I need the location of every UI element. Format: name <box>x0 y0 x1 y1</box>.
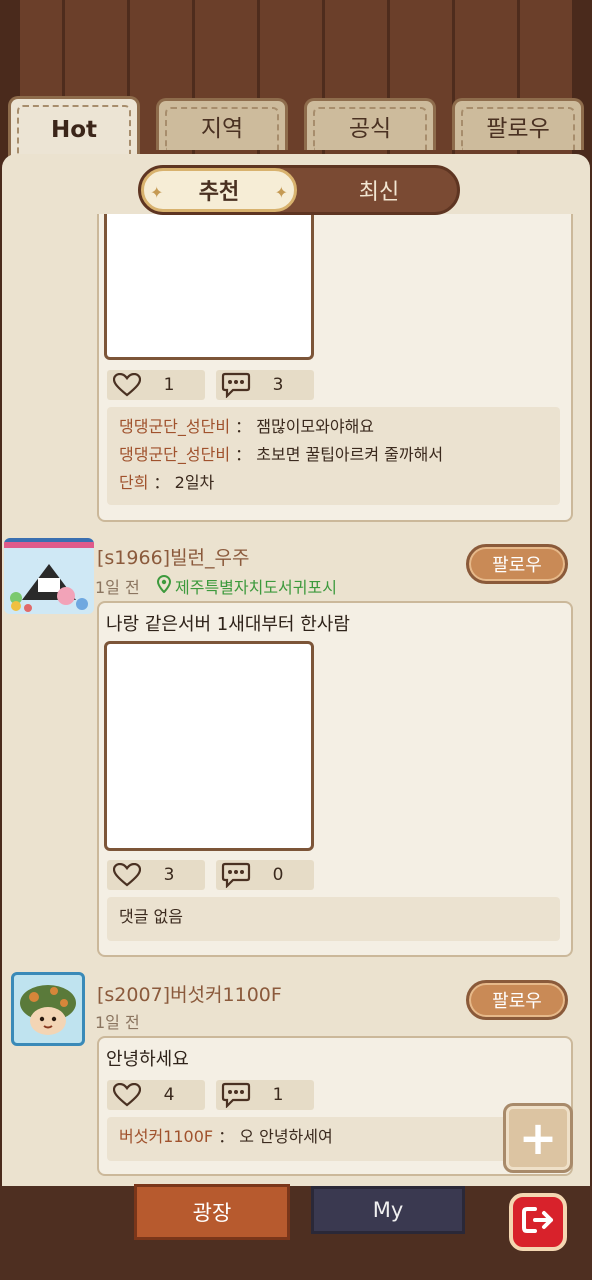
comment-count: 3 <box>272 375 284 395</box>
nav-label: My <box>372 1198 404 1222</box>
comment-list: 댕댕군단_성단비 ： 잼많이모와야해요 댕댕군단_성단비 ： 초보면 꿀팁아르켜… <box>107 407 560 505</box>
post-author[interactable]: [s2007]버섯커1100F <box>97 980 282 1007</box>
comment-bubble-icon <box>216 1082 256 1108</box>
post-image[interactable] <box>104 641 314 851</box>
comment-count: 0 <box>272 865 284 885</box>
comment-list: 댓글 없음 <box>107 897 560 941</box>
heart-icon <box>107 373 147 397</box>
comment-sep: ： <box>153 473 170 492</box>
comment-sep: ： <box>235 445 252 464</box>
comment-author[interactable]: 댕댕군단_성단비 <box>119 445 230 464</box>
comment-row: 단희 ： 2일차 <box>119 469 548 497</box>
segment-recommended[interactable]: ✦ 추천 ✦ <box>141 168 297 212</box>
post-time: 1일 전 <box>95 578 140 597</box>
nav-my-button[interactable]: My <box>311 1186 465 1234</box>
segment-latest[interactable]: 최신 <box>301 168 457 212</box>
avatar[interactable] <box>11 972 85 1046</box>
nav-label: 광장 <box>192 1201 232 1225</box>
bottom-bar <box>0 1186 592 1280</box>
comment-row: 댕댕군단_성단비 ： 초보면 꿀팁아르켜 줄까해서 <box>119 441 548 469</box>
follow-button[interactable]: 팔로우 <box>466 544 568 584</box>
comment-author[interactable]: 댕댕군단_성단비 <box>119 417 230 436</box>
comment-text: 오 안녕하세여 <box>239 1127 333 1146</box>
post-image[interactable] <box>104 214 314 360</box>
tab-label: 팔로우 <box>486 115 550 142</box>
comment-sep: ： <box>218 1127 235 1146</box>
tab-label: 지역 <box>200 115 244 142</box>
exit-icon <box>521 1205 555 1239</box>
follow-button[interactable]: 팔로우 <box>466 980 568 1020</box>
comment-row: 댕댕군단_성단비 ： 잼많이모와야해요 <box>119 413 548 441</box>
add-post-button[interactable]: + <box>503 1103 573 1173</box>
like-count: 1 <box>163 375 175 395</box>
tab-follow[interactable]: 팔로우 <box>452 98 584 150</box>
tab-label: Hot <box>50 116 98 143</box>
post-location: 제주특별자치도서귀포시 <box>175 578 337 597</box>
like-button[interactable]: 4 <box>107 1080 205 1110</box>
tab-official[interactable]: 공식 <box>304 98 436 150</box>
follow-label: 팔로우 <box>492 991 542 1012</box>
comment-sep: ： <box>235 417 252 436</box>
heart-icon <box>107 1083 147 1107</box>
nav-square-button[interactable]: 광장 <box>134 1184 290 1240</box>
comment-bubble-icon <box>216 862 256 888</box>
segment-label: 최신 <box>358 180 400 205</box>
like-count: 3 <box>163 865 175 885</box>
like-button[interactable]: 3 <box>107 860 205 890</box>
segment-label: 추천 <box>198 180 240 205</box>
comment-count: 1 <box>272 1085 284 1105</box>
sort-segment: ✦ 추천 ✦ 최신 <box>138 165 460 215</box>
comment-author[interactable]: 단희 <box>119 473 148 492</box>
exit-button[interactable] <box>509 1193 567 1251</box>
post-text: 안녕하세요 <box>106 1049 189 1070</box>
location-pin-icon <box>156 574 172 597</box>
tab-region[interactable]: 지역 <box>156 98 288 150</box>
post-author[interactable]: [s1966]빌런_우주 <box>97 543 250 570</box>
tab-hot[interactable]: Hot <box>8 96 140 160</box>
plus-icon: + <box>518 1111 558 1165</box>
comment-text: 초보면 꿀팁아르켜 줄까해서 <box>256 445 444 464</box>
sparkle-icon: ✦ <box>150 183 164 202</box>
comment-button[interactable]: 0 <box>216 860 314 890</box>
comment-list: 버섯커1100F ： 오 안녕하세여 <box>107 1117 507 1161</box>
heart-icon <box>107 863 147 887</box>
comment-text: 2일차 <box>174 473 215 492</box>
comment-bubble-icon <box>216 372 256 398</box>
sparkle-icon: ✦ <box>274 183 288 202</box>
like-button[interactable]: 1 <box>107 370 205 400</box>
follow-label: 팔로우 <box>492 555 542 576</box>
comment-author[interactable]: 버섯커1100F <box>119 1127 213 1146</box>
like-count: 4 <box>163 1085 175 1105</box>
comment-text: 잼많이모와야해요 <box>256 417 375 436</box>
post-text: 나랑 같은서버 1새대부터 한사람 <box>106 614 350 635</box>
comment-button[interactable]: 1 <box>216 1080 314 1110</box>
tab-label: 공식 <box>348 115 392 142</box>
post-time: 1일 전 <box>95 1013 140 1032</box>
comment-button[interactable]: 3 <box>216 370 314 400</box>
no-comments-text: 댓글 없음 <box>119 907 183 926</box>
avatar[interactable] <box>4 538 94 614</box>
